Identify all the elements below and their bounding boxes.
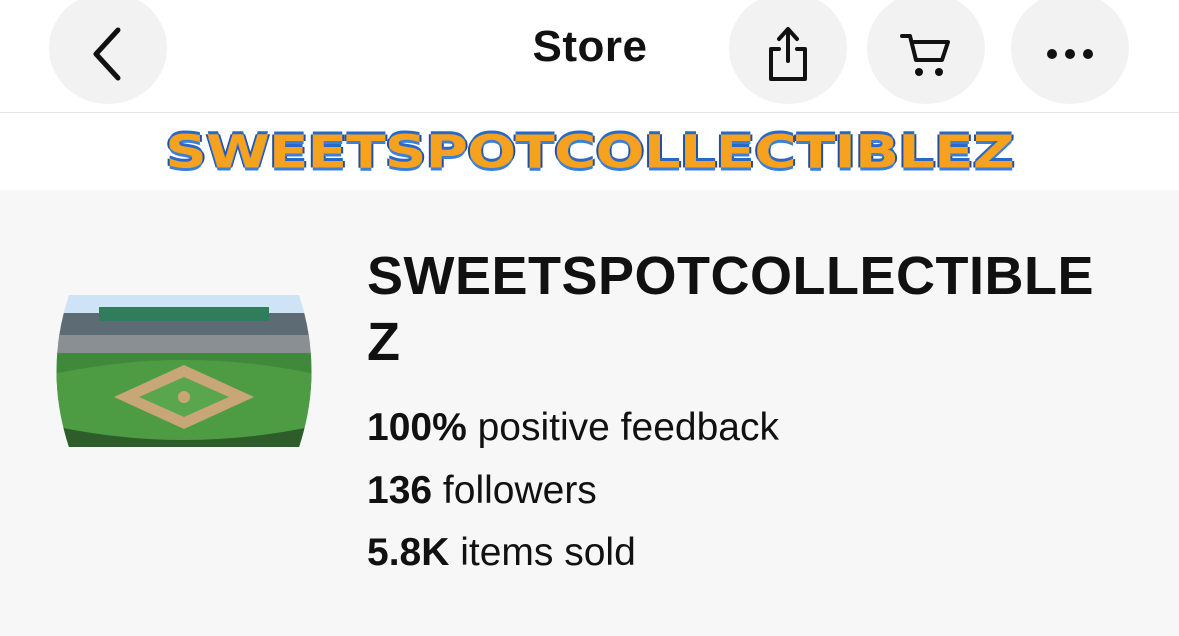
- followers-stat[interactable]: 136 followers: [367, 467, 597, 515]
- items-sold-stat: 5.8K items sold: [367, 529, 636, 577]
- back-button[interactable]: [49, 0, 167, 104]
- top-bar: Store: [0, 0, 1179, 113]
- share-icon: [769, 27, 807, 81]
- feedback-value: 100%: [367, 406, 467, 449]
- more-horizontal-icon: [1047, 49, 1093, 59]
- store-banner: SWEETSPOTCOLLECTIBLEZ: [0, 113, 1179, 190]
- store-info-panel: SWEETSPOTCOLLECTIBLEZ 100% positive feed…: [0, 190, 1179, 636]
- followers-label: followers: [442, 469, 597, 512]
- cart-button[interactable]: [867, 0, 985, 104]
- banner-logo-text: SWEETSPOTCOLLECTIBLEZ: [165, 124, 1015, 179]
- page-title: Store: [532, 22, 648, 71]
- more-button[interactable]: [1011, 0, 1129, 104]
- feedback-stat: 100% positive feedback: [367, 404, 779, 452]
- share-button[interactable]: [729, 0, 847, 104]
- store-avatar[interactable]: [49, 295, 319, 447]
- store-name: SWEETSPOTCOLLECTIBLEZ: [367, 246, 1095, 372]
- cart-icon: [900, 34, 950, 76]
- feedback-label: positive feedback: [477, 406, 779, 449]
- items-sold-value: 5.8K: [367, 531, 450, 574]
- items-sold-label: items sold: [460, 531, 636, 574]
- chevron-left-icon: [93, 27, 121, 81]
- followers-value: 136: [367, 469, 433, 512]
